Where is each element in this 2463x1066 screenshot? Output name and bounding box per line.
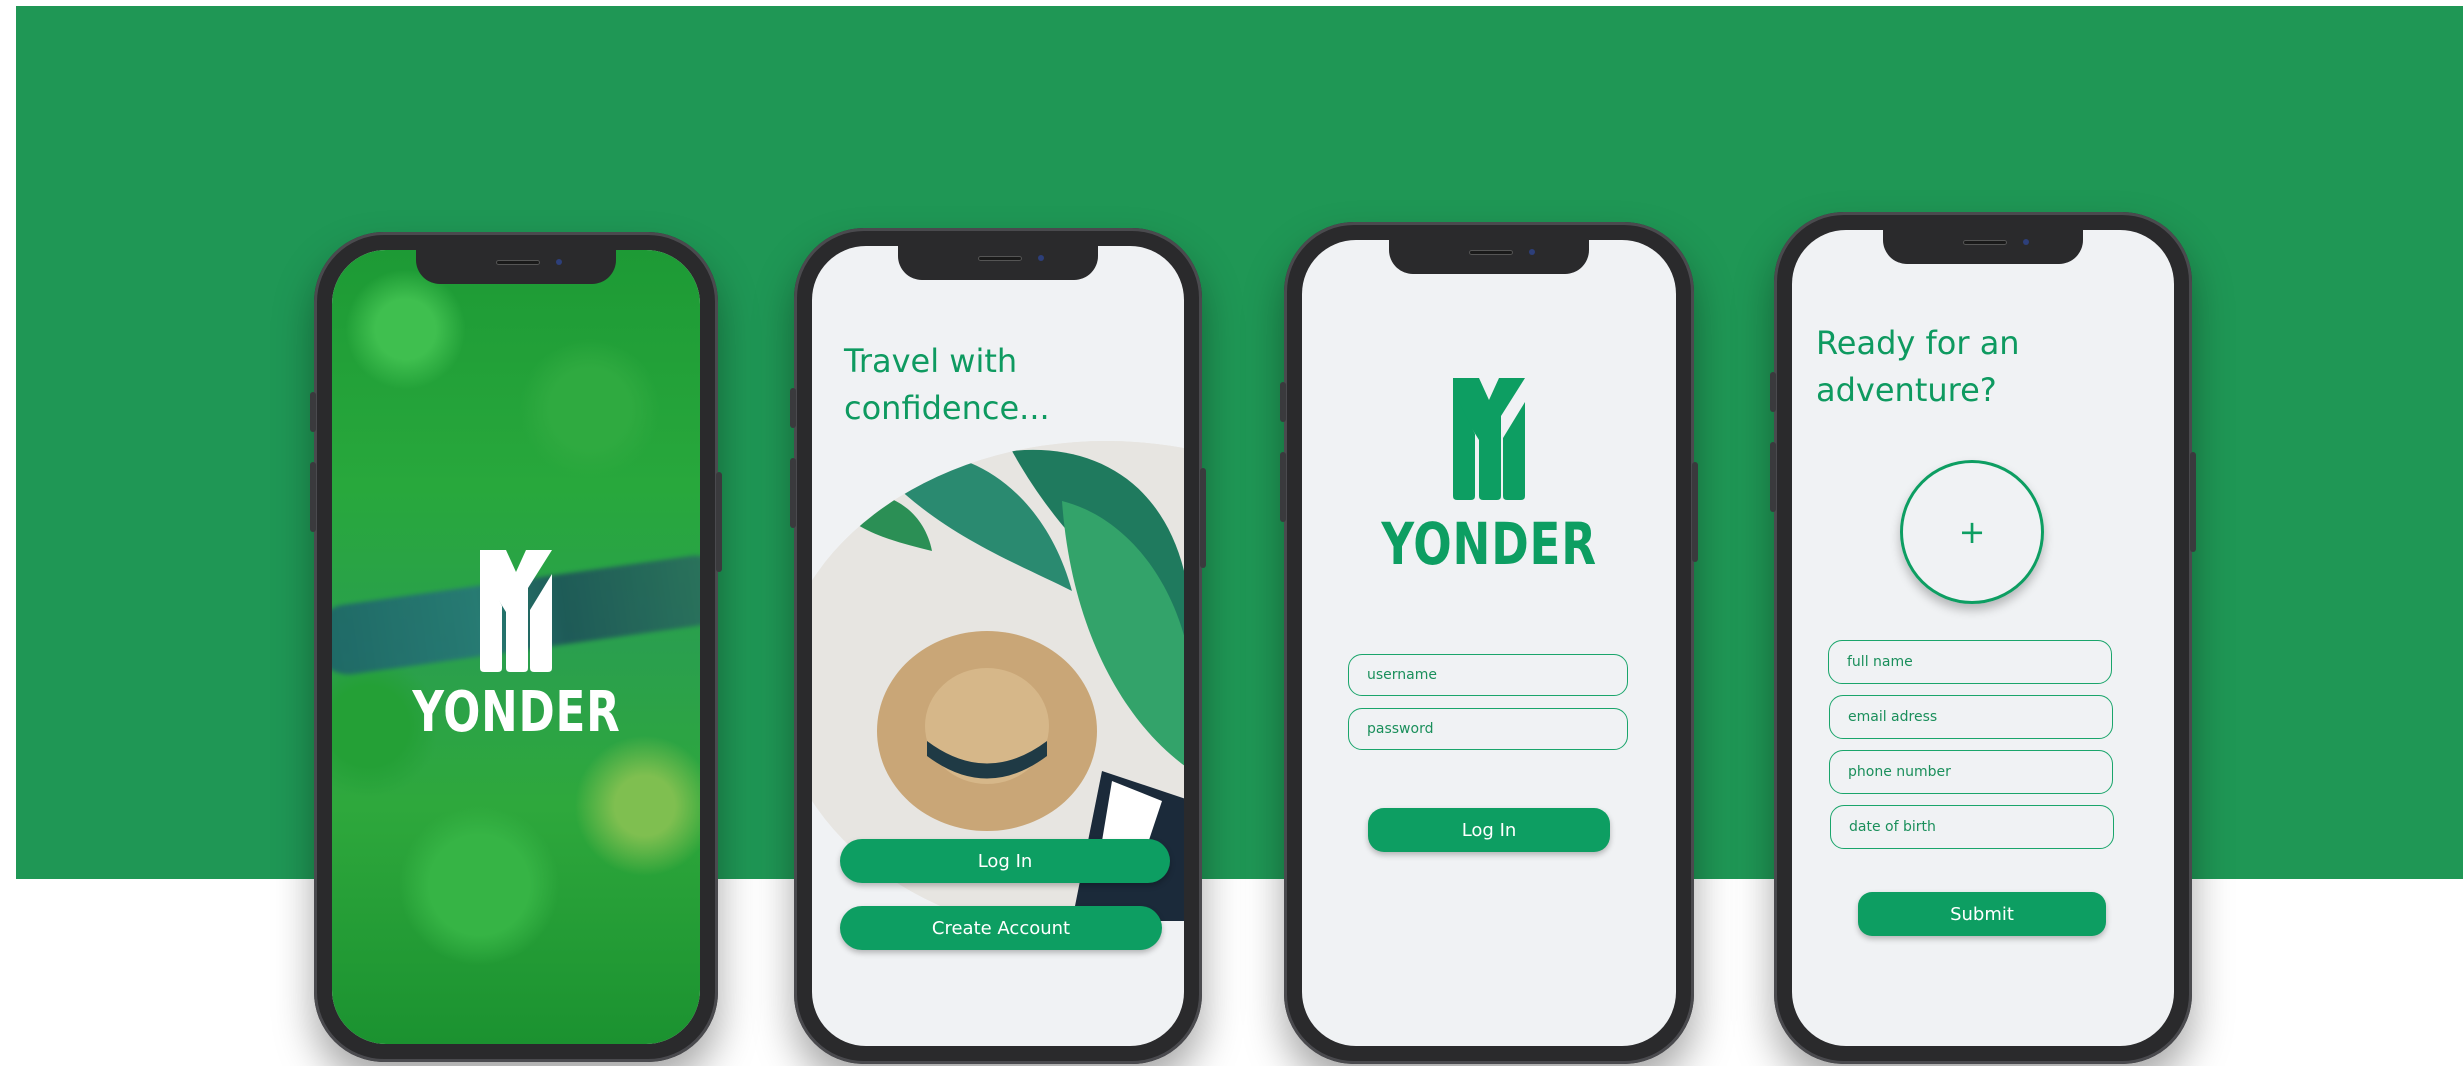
phone-notch <box>1883 230 2083 264</box>
submit-button[interactable]: Submit <box>1858 892 2106 936</box>
phone-notch <box>1389 240 1589 274</box>
signup-screen: Ready for an adventure? + full name emai… <box>1792 230 2174 1046</box>
phone-notch <box>898 246 1098 280</box>
splash-wordmark: YONDER <box>411 680 621 745</box>
signup-headline-line1: Ready for an <box>1816 324 2020 362</box>
login-logo: YONDER <box>1302 378 1676 578</box>
phone-signup: Ready for an adventure? + full name emai… <box>1770 212 2196 1064</box>
phone-login: YONDER username password Log In <box>1280 222 1698 1064</box>
yonder-y-logo-icon <box>1453 378 1525 500</box>
username-field[interactable]: username <box>1348 654 1628 696</box>
phone-splash: YONDER <box>310 232 722 1062</box>
splash-logo: YONDER <box>332 550 700 745</box>
signup-headline: Ready for an adventure? <box>1816 320 2020 414</box>
login-button[interactable]: Log In <box>1368 808 1610 852</box>
yonder-y-logo-icon <box>480 550 552 672</box>
login-wordmark: YONDER <box>1381 510 1597 578</box>
password-field[interactable]: password <box>1348 708 1628 750</box>
full-name-field[interactable]: full name <box>1828 640 2112 684</box>
phone-notch <box>416 250 616 284</box>
plus-icon: + <box>1958 513 1986 551</box>
signup-headline-line2: adventure? <box>1816 371 1997 409</box>
welcome-login-button[interactable]: Log In <box>840 839 1170 883</box>
date-of-birth-field[interactable]: date of birth <box>1830 805 2114 849</box>
phone-number-field[interactable]: phone number <box>1829 750 2113 794</box>
email-field[interactable]: email adress <box>1829 695 2113 739</box>
welcome-headline: Travel with confidence... <box>844 338 1050 432</box>
welcome-headline-line2: confidence... <box>844 389 1050 427</box>
splash-screen: YONDER <box>332 250 700 1044</box>
welcome-headline-line1: Travel with <box>844 342 1018 380</box>
create-account-button[interactable]: Create Account <box>840 906 1162 950</box>
login-screen: YONDER username password Log In <box>1302 240 1676 1046</box>
welcome-screen: Travel with confidence... Log In Create … <box>812 246 1184 1046</box>
add-profile-photo-button[interactable]: + <box>1900 460 2044 604</box>
phone-welcome: Travel with confidence... Log In Create … <box>790 228 1206 1064</box>
